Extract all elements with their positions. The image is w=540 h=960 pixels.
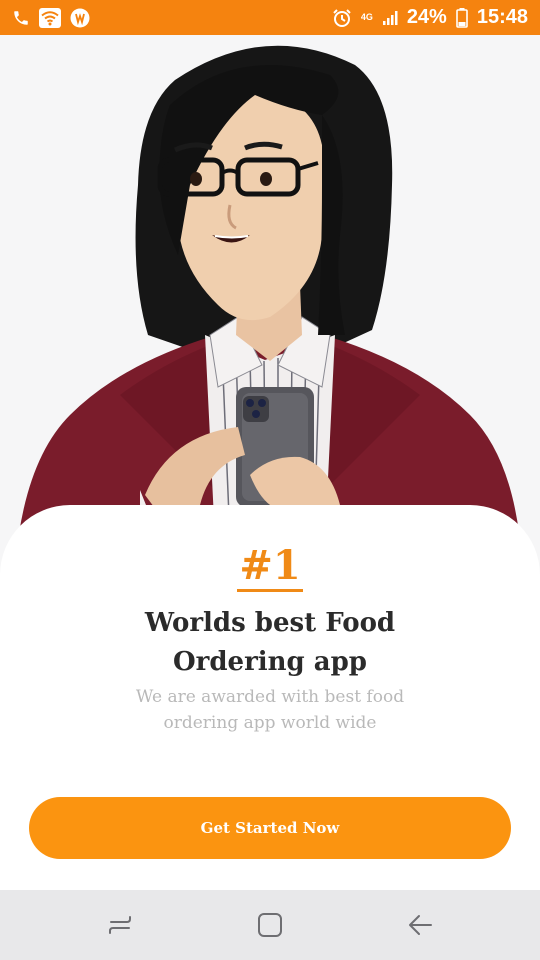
phone-icon bbox=[14, 10, 28, 25]
back-button[interactable] bbox=[400, 910, 440, 940]
woman-with-phone-illustration bbox=[0, 35, 540, 535]
rank-badge: #1 bbox=[0, 542, 540, 592]
signal-icon bbox=[382, 10, 398, 25]
battery-icon bbox=[456, 7, 468, 28]
home-icon bbox=[258, 913, 282, 937]
status-bar: 4G 24% 15:48 bbox=[0, 0, 540, 35]
recent-apps-icon bbox=[109, 916, 131, 934]
rank-text: #1 bbox=[237, 542, 303, 592]
status-bar-right: 4G 24% 15:48 bbox=[332, 6, 528, 29]
onboarding-title: Worlds best Food Ordering app bbox=[144, 608, 396, 677]
navigation-bar bbox=[0, 890, 540, 960]
onboarding-subtitle: We are awarded with best food ordering a… bbox=[135, 687, 405, 733]
battery-percentage: 24% bbox=[406, 6, 447, 28]
wifi-icon bbox=[39, 7, 61, 28]
home-button[interactable] bbox=[250, 910, 290, 940]
clock: 15:48 bbox=[476, 6, 528, 28]
network-type: 4G bbox=[360, 12, 373, 22]
get-started-button[interactable]: Get Started Now bbox=[29, 797, 511, 859]
hero-illustration bbox=[0, 35, 540, 535]
recent-apps-button[interactable] bbox=[100, 910, 140, 940]
back-icon bbox=[409, 915, 432, 935]
status-bar-left bbox=[12, 7, 90, 28]
app-notification-icon bbox=[70, 8, 90, 27]
alarm-icon bbox=[333, 8, 351, 27]
